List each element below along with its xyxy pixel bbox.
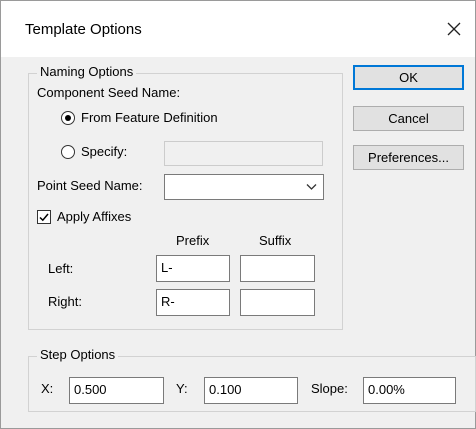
window-title: Template Options bbox=[25, 21, 142, 38]
naming-options-legend: Naming Options bbox=[37, 65, 137, 79]
template-options-dialog: Template Options Naming Options Componen… bbox=[0, 0, 476, 429]
apply-affixes-checkbox[interactable] bbox=[37, 210, 51, 224]
dialog-body: Naming Options Component Seed Name: From… bbox=[1, 57, 476, 428]
point-seed-label: Point Seed Name: bbox=[37, 178, 143, 193]
checkmark-icon bbox=[39, 213, 49, 222]
cancel-button[interactable]: Cancel bbox=[353, 106, 464, 131]
step-options-legend: Step Options bbox=[37, 348, 119, 362]
right-label: Right: bbox=[48, 294, 82, 309]
x-label: X: bbox=[41, 381, 54, 396]
chevron-down-icon bbox=[306, 184, 317, 190]
prefix-header: Prefix bbox=[176, 233, 210, 248]
title-bar: Template Options bbox=[1, 1, 475, 57]
slope-label: Slope: bbox=[311, 381, 348, 396]
y-input[interactable]: 0.100 bbox=[204, 377, 298, 404]
left-label: Left: bbox=[48, 261, 74, 276]
x-input[interactable]: 0.500 bbox=[69, 377, 164, 404]
slope-input[interactable]: 0.00% bbox=[363, 377, 456, 404]
right-prefix-input[interactable]: R- bbox=[156, 289, 230, 316]
radio-specify-label[interactable]: Specify: bbox=[81, 144, 127, 159]
suffix-header: Suffix bbox=[259, 233, 292, 248]
close-icon bbox=[447, 22, 461, 36]
y-label: Y: bbox=[176, 381, 188, 396]
left-prefix-input[interactable]: L- bbox=[156, 255, 230, 282]
preferences-button[interactable]: Preferences... bbox=[353, 145, 464, 170]
ok-button[interactable]: OK bbox=[353, 65, 464, 90]
apply-affixes-label[interactable]: Apply Affixes bbox=[57, 209, 131, 224]
specify-input bbox=[164, 141, 323, 166]
right-suffix-input[interactable] bbox=[240, 289, 315, 316]
radio-specify[interactable] bbox=[61, 145, 75, 159]
component-seed-label: Component Seed Name: bbox=[37, 85, 181, 100]
left-suffix-input[interactable] bbox=[240, 255, 315, 282]
radio-from-feature-definition[interactable] bbox=[61, 111, 75, 125]
point-seed-dropdown[interactable] bbox=[164, 174, 324, 200]
close-button[interactable] bbox=[437, 13, 471, 45]
radio-from-feature-label[interactable]: From Feature Definition bbox=[81, 110, 218, 125]
